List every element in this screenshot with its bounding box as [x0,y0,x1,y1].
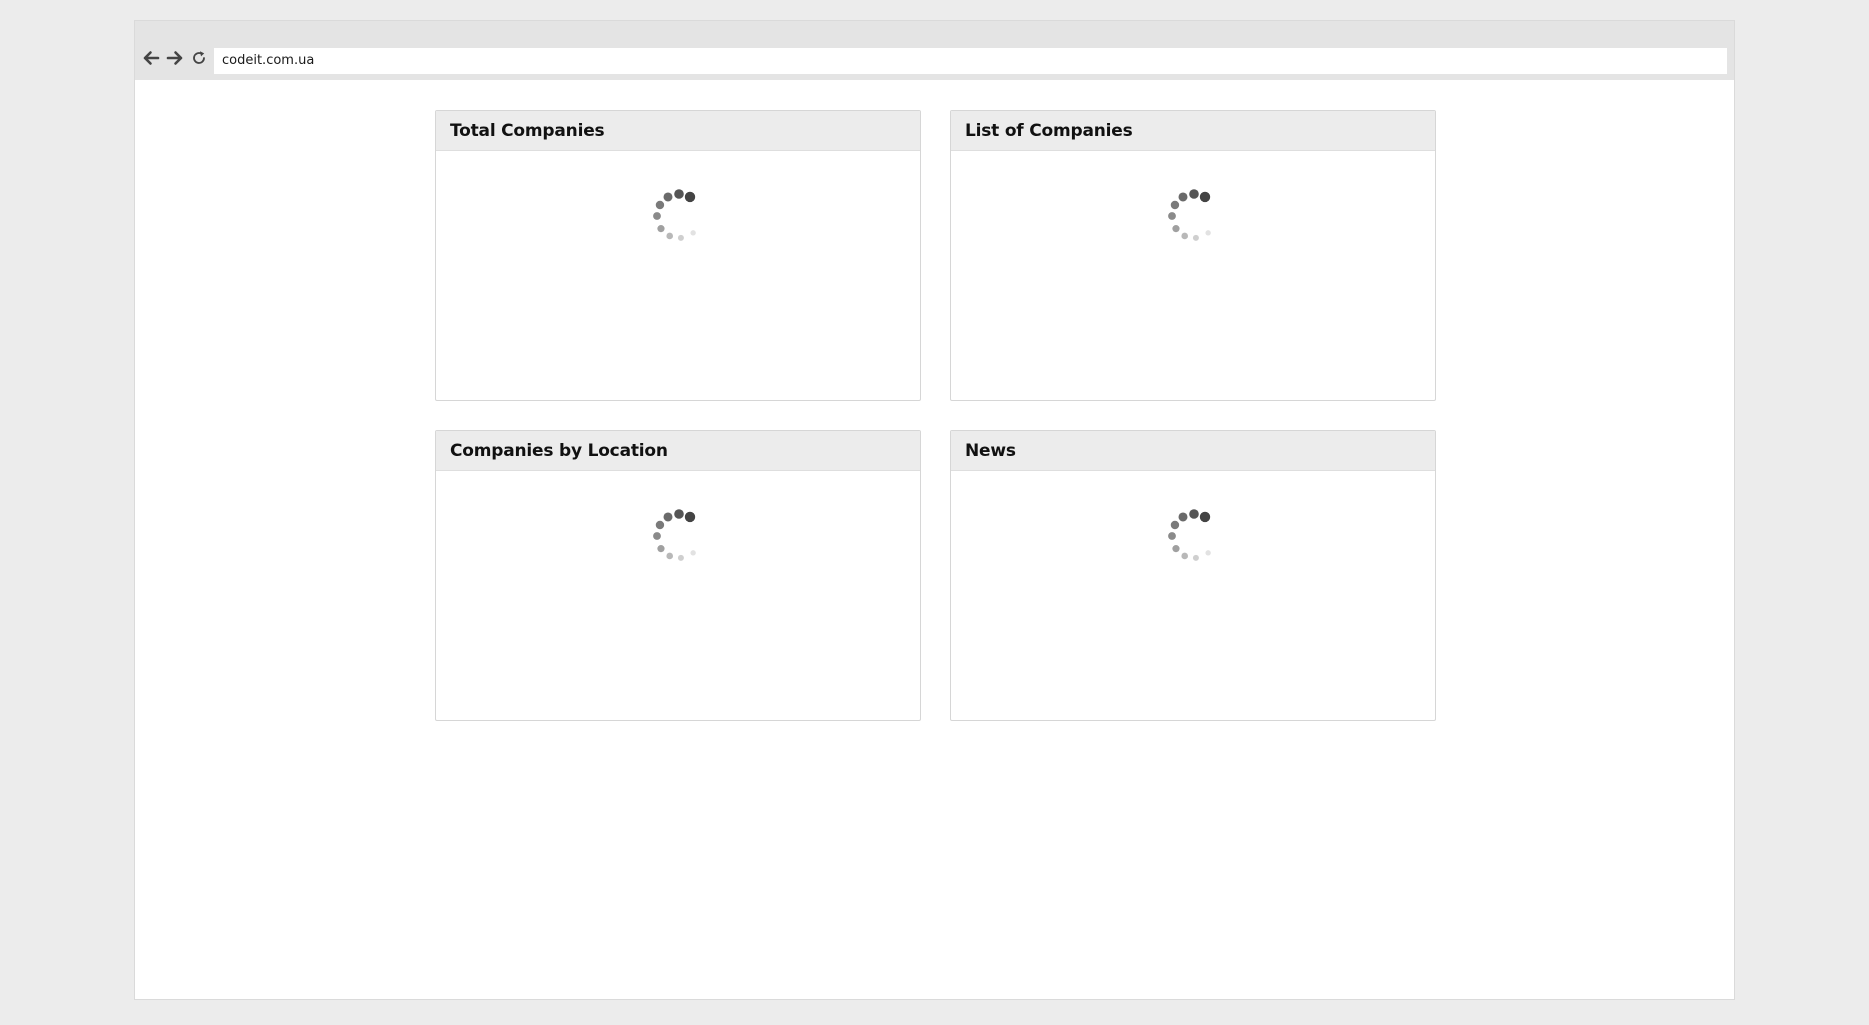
spinner-dot [674,509,684,519]
spinner-dot [655,520,665,530]
panel-title: Total Companies [450,120,605,141]
spinner-dot [653,532,661,540]
panel-header: List of Companies [951,111,1435,151]
back-button[interactable] [141,48,161,68]
arrow-left-icon [143,51,160,65]
spinner-dot [1178,512,1188,522]
spinner-dot [1178,192,1188,202]
spinner-dot [690,230,696,236]
loading-spinner-icon [1164,186,1224,246]
panel-news: News [950,430,1436,721]
spinner-dot [1181,552,1188,560]
panel-companies-by-location: Companies by Location [435,430,921,721]
spinner-dot [1170,200,1180,210]
panel-header: Total Companies [436,111,920,151]
spinner-dot [655,200,665,210]
panel-title: News [965,440,1016,461]
spinner-dot [1181,232,1188,240]
spinner-dot [653,212,661,220]
browser-toolbar [135,21,1734,80]
spinner-dot [1172,225,1180,233]
spinner-dot [674,189,684,199]
panel-list-of-companies: List of Companies [950,110,1436,401]
spinner-dot [1192,554,1199,561]
spinner-dot [1170,520,1180,530]
loading-spinner-icon [1164,506,1224,566]
spinner-dot [666,232,673,240]
arrow-right-icon [166,51,183,65]
panel-header: News [951,431,1435,471]
loading-spinner-icon [649,186,709,246]
spinner-dot [657,225,665,233]
spinner-dot [1199,511,1211,523]
loading-spinner-icon [649,506,709,566]
forward-button[interactable] [165,48,185,68]
spinner-dot [690,550,696,556]
spinner-dot [1189,509,1199,519]
reload-button[interactable] [189,48,209,68]
spinner-dot [1205,230,1211,236]
panel-header: Companies by Location [436,431,920,471]
spinner-dot [1192,234,1199,241]
spinner-dot [677,234,684,241]
spinner-dot [1189,189,1199,199]
panel-title: List of Companies [965,120,1133,141]
spinner-dot [684,511,696,523]
panel-total-companies: Total Companies [435,110,921,401]
spinner-dot [663,192,673,202]
spinner-dot [1168,532,1176,540]
spinner-dot [1172,545,1180,553]
spinner-dot [657,545,665,553]
spinner-dot [666,552,673,560]
panel-title: Companies by Location [450,440,668,461]
spinner-dot [1199,191,1211,203]
spinner-dot [684,191,696,203]
reload-icon [193,51,205,64]
spinner-dot [1168,212,1176,220]
browser-window [134,20,1735,1000]
spinner-dot [1205,550,1211,556]
spinner-dot [677,554,684,561]
spinner-dot [663,512,673,522]
address-bar[interactable] [214,48,1727,74]
